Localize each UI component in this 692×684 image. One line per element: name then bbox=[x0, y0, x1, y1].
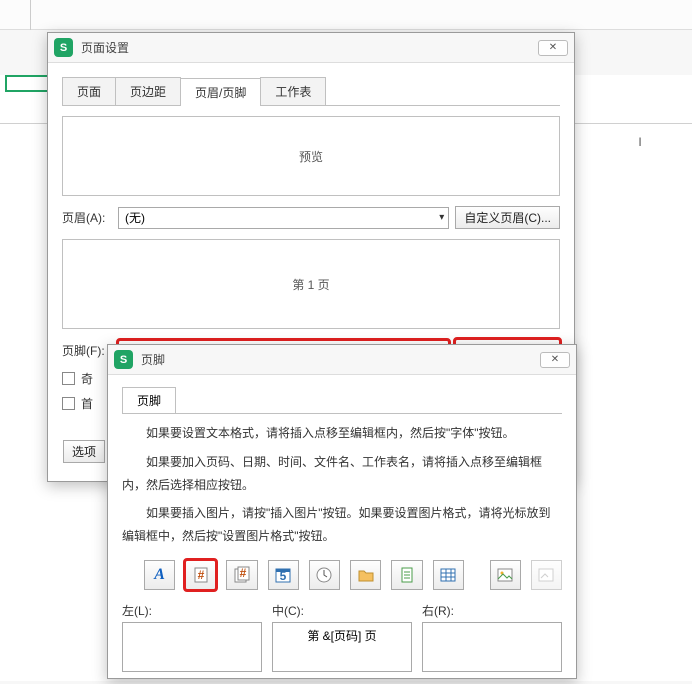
column-header: I bbox=[600, 135, 680, 149]
close-button[interactable]: ✕ bbox=[540, 352, 570, 368]
file-icon bbox=[398, 566, 416, 584]
active-cell[interactable] bbox=[5, 75, 50, 92]
file-name-button[interactable] bbox=[391, 560, 422, 590]
page-number-button[interactable]: # bbox=[185, 560, 216, 590]
date-icon: 5 bbox=[274, 566, 292, 584]
total-pages-button[interactable]: # bbox=[226, 560, 257, 590]
svg-text:#: # bbox=[240, 566, 247, 580]
tabstrip: 页面 页边距 页眉/页脚 工作表 bbox=[62, 77, 560, 106]
tab-margins[interactable]: 页边距 bbox=[115, 77, 181, 105]
dialog-title: 页面设置 bbox=[81, 39, 129, 56]
insert-image-button[interactable] bbox=[490, 560, 521, 590]
footer-dialog-title: 页脚 bbox=[141, 351, 165, 368]
custom-header-button[interactable]: 自定义页眉(C)... bbox=[455, 206, 560, 229]
header-preview: 预览 bbox=[62, 116, 560, 196]
footer-tab[interactable]: 页脚 bbox=[122, 387, 176, 413]
sheet-icon bbox=[439, 566, 457, 584]
odd-even-label: 奇 bbox=[81, 370, 93, 387]
footer-label: 页脚(F): bbox=[62, 342, 112, 359]
instruction-text-1: 如果要设置文本格式，请将插入点移至编辑框内，然后按"字体"按钮。 bbox=[122, 422, 562, 445]
left-section-label: 左(L): bbox=[122, 602, 262, 619]
header-label: 页眉(A): bbox=[62, 209, 112, 226]
firstpage-checkbox[interactable] bbox=[62, 397, 75, 410]
footer-dialog-titlebar[interactable]: S 页脚 ✕ bbox=[108, 345, 576, 375]
total-pages-icon: # bbox=[233, 566, 251, 584]
date-button[interactable]: 5 bbox=[268, 560, 299, 590]
footer-preview-text: 第 1 页 bbox=[292, 276, 329, 293]
header-select[interactable]: (无) bbox=[118, 207, 449, 229]
tab-page[interactable]: 页面 bbox=[62, 77, 116, 105]
svg-text:#: # bbox=[197, 568, 204, 582]
close-button[interactable]: ✕ bbox=[538, 40, 568, 56]
right-section-edit[interactable] bbox=[422, 622, 562, 672]
time-button[interactable] bbox=[309, 560, 340, 590]
preview-label: 预览 bbox=[299, 148, 323, 165]
center-section-label: 中(C): bbox=[272, 602, 412, 619]
page-number-icon: # bbox=[192, 566, 210, 584]
instruction-text-2: 如果要加入页码、日期、时间、文件名、工作表名，请将插入点移至编辑框内，然后选择相… bbox=[122, 451, 562, 497]
odd-even-checkbox[interactable] bbox=[62, 372, 75, 385]
left-section-edit[interactable] bbox=[122, 622, 262, 672]
file-path-button[interactable] bbox=[350, 560, 381, 590]
format-image-icon bbox=[537, 566, 555, 584]
tab-sheet[interactable]: 工作表 bbox=[260, 77, 326, 105]
svg-text:5: 5 bbox=[280, 569, 287, 583]
sheet-name-button[interactable] bbox=[433, 560, 464, 590]
font-button[interactable]: A bbox=[144, 560, 175, 590]
footer-dialog: S 页脚 ✕ 页脚 如果要设置文本格式，请将插入点移至编辑框内，然后按"字体"按… bbox=[107, 344, 577, 679]
app-icon: S bbox=[54, 38, 73, 57]
center-section-edit[interactable]: 第 &[页码] 页 bbox=[272, 622, 412, 672]
image-icon bbox=[496, 566, 514, 584]
dialog-titlebar[interactable]: S 页面设置 ✕ bbox=[48, 33, 574, 63]
folder-icon bbox=[357, 566, 375, 584]
header-value: (无) bbox=[125, 209, 145, 226]
footer-preview: 第 1 页 bbox=[62, 239, 560, 329]
instruction-text-3: 如果要插入图片，请按"插入图片"按钮。如果要设置图片格式，请将光标放到编辑框中，… bbox=[122, 502, 562, 548]
format-image-button[interactable] bbox=[531, 560, 562, 590]
time-icon bbox=[315, 566, 333, 584]
right-section-label: 右(R): bbox=[422, 602, 562, 619]
firstpage-label: 首 bbox=[81, 395, 93, 412]
options-button[interactable]: 选项 bbox=[63, 440, 105, 463]
tab-header-footer[interactable]: 页眉/页脚 bbox=[180, 78, 261, 106]
app-icon: S bbox=[114, 350, 133, 369]
